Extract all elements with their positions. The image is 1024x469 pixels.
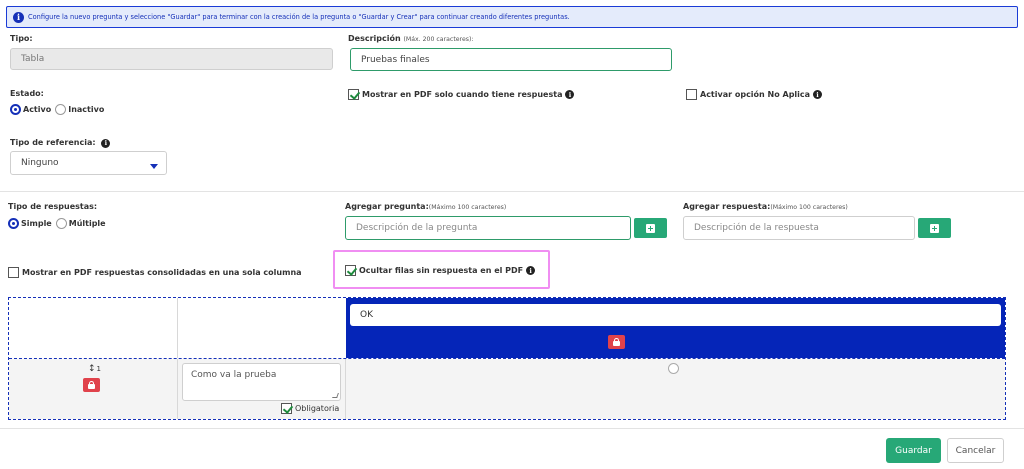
tipo-respuestas-label: Tipo de respuestas: [8,202,98,211]
mostrar-pdf-row: Mostrar en PDF solo cuando tiene respues… [348,89,575,100]
estado-inactivo-label: Inactivo [68,105,105,114]
info-banner: i Configure la nuevo pregunta y seleccio… [6,6,1018,28]
descripcion-input[interactable]: Pruebas finales [350,48,672,71]
row-order-number: 1 [96,365,102,373]
lock-answer-button[interactable] [608,335,625,349]
table-row [9,359,1005,419]
grid-col-divider [177,298,178,358]
tipo-field: Tabla [10,48,333,70]
estado-label: Estado: [10,89,44,98]
tipo-referencia-select[interactable]: Ninguno [10,151,167,175]
resize-handle-icon[interactable] [332,393,339,398]
consolidadas-row: Mostrar en PDF respuestas consolidadas e… [8,267,302,278]
estado-radio-group: Activo Inactivo [10,104,104,115]
tipo-label: Tipo: [10,34,33,43]
footer-divider [0,428,1024,429]
lock-icon [88,381,95,389]
agregar-respuesta-hint: (Máximo 100 caracteres) [770,204,848,211]
agregar-respuesta-placeholder: Descripción de la respuesta [694,223,819,233]
add-respuesta-button[interactable] [918,218,951,238]
obligatoria-label: Obligatoria [295,404,340,413]
estado-activo-radio[interactable] [10,104,21,115]
mostrar-pdf-checkbox[interactable] [348,89,359,100]
banner-text: Configure la nuevo pregunta y seleccione… [28,13,570,21]
answer-radio[interactable] [668,363,679,374]
question-textarea[interactable]: Como va la prueba [182,363,341,401]
no-aplica-checkbox[interactable] [686,89,697,100]
tipo-referencia-label: Tipo de referencia: [10,138,96,147]
row-order[interactable]: ↕ 1 [88,364,101,374]
consolidadas-checkbox[interactable] [8,267,19,278]
agregar-pregunta-label: Agregar pregunta: [345,202,429,211]
plus-icon [930,223,939,233]
agregar-pregunta-label-row: Agregar pregunta:(Máximo 100 caracteres) [345,202,506,211]
chevron-down-icon [150,164,158,169]
descripcion-hint: (Máx. 200 caracteres): [403,36,474,43]
tipo-value: Tabla [21,54,45,64]
agregar-respuesta-label: Agregar respuesta: [683,202,771,211]
lock-icon [613,338,620,346]
answer-value: OK [360,310,373,320]
agregar-pregunta-hint: (Máximo 100 caracteres) [428,204,507,211]
lock-question-button[interactable] [83,378,100,392]
mostrar-pdf-info-icon[interactable]: i [565,90,575,99]
cancel-button[interactable]: Cancelar [947,438,1004,463]
simple-label: Simple [21,219,52,228]
descripcion-label: Descripción (Máx. 200 caracteres): [348,34,474,43]
tipo-referencia-info-icon[interactable]: i [101,138,111,148]
mostrar-pdf-label: Mostrar en PDF solo cuando tiene respues… [362,90,563,99]
no-aplica-label: Activar opción No Aplica [700,90,811,99]
answer-input[interactable]: OK [350,304,1001,326]
ocultar-filas-row: Ocultar filas sin respuesta en el PDF i [345,265,536,276]
agregar-respuesta-input[interactable]: Descripción de la respuesta [683,216,915,240]
agregar-pregunta-placeholder: Descripción de la pregunta [356,223,478,233]
tipo-referencia-value: Ninguno [21,158,59,168]
no-aplica-row: Activar opción No Aplica i [686,89,823,100]
simple-radio[interactable] [8,218,19,229]
add-pregunta-button[interactable] [634,218,667,238]
agregar-pregunta-input[interactable]: Descripción de la pregunta [345,216,631,240]
estado-activo-label: Activo [23,105,52,114]
obligatoria-row: Obligatoria [281,403,339,414]
save-button[interactable]: Guardar [886,438,941,463]
info-icon: i [13,11,24,23]
tipo-referencia-label-row: Tipo de referencia: i [10,138,111,148]
ocultar-filas-label: Ocultar filas sin respuesta en el PDF [359,266,524,275]
plus-icon [646,223,655,233]
consolidadas-label: Mostrar en PDF respuestas consolidadas e… [22,268,302,277]
multiple-label: Múltiple [68,219,106,228]
section-divider [0,191,1024,192]
ocultar-filas-checkbox[interactable] [345,265,356,276]
tipo-respuestas-radio-group: Simple Múltiple [8,218,106,229]
sort-arrows-icon: ↕ [88,364,96,374]
no-aplica-info-icon[interactable]: i [813,90,823,99]
agregar-respuesta-label-row: Agregar respuesta:(Máximo 100 caracteres… [683,202,848,211]
grid-col-divider [177,359,178,419]
grid-col-divider [345,359,346,419]
estado-inactivo-radio[interactable] [55,104,67,115]
obligatoria-checkbox[interactable] [281,403,292,414]
multiple-radio[interactable] [55,218,67,229]
ocultar-filas-info-icon[interactable]: i [526,266,536,275]
descripcion-label-text: Descripción [348,34,401,43]
descripcion-value: Pruebas finales [361,54,430,65]
question-text: Como va la prueba [191,370,277,380]
